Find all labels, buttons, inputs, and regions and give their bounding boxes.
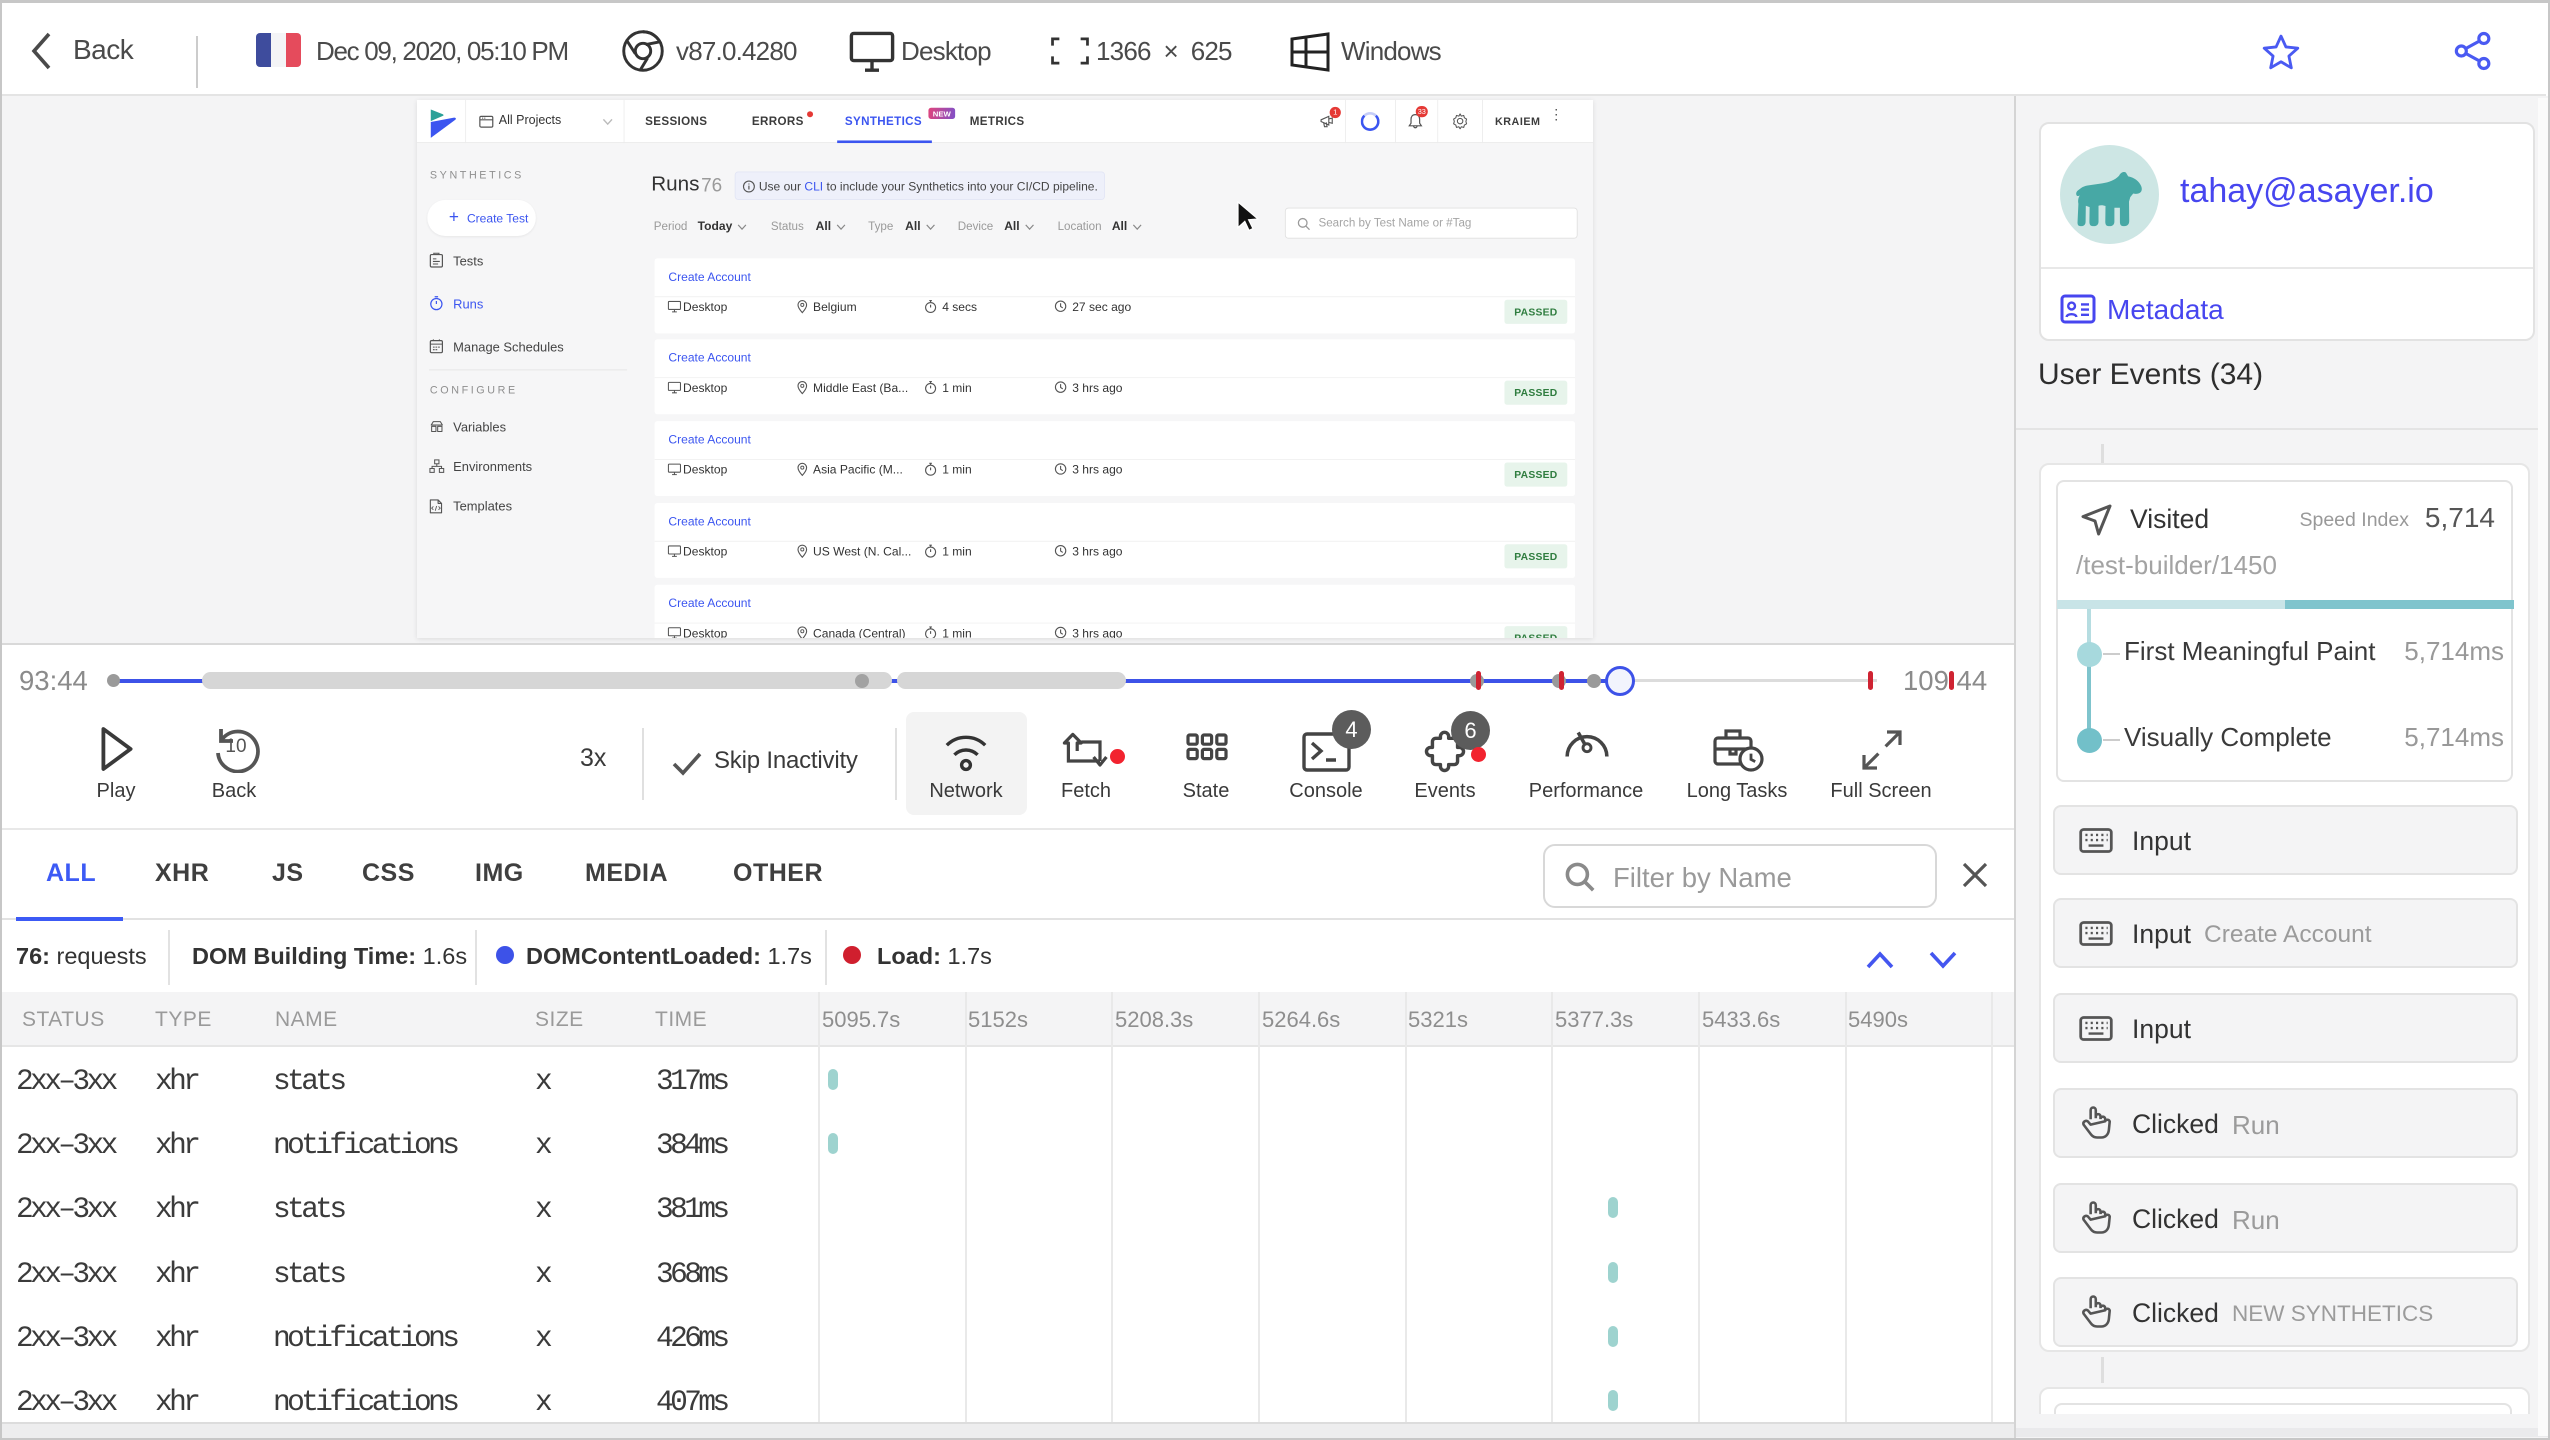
svg-text:10: 10 — [225, 736, 246, 757]
